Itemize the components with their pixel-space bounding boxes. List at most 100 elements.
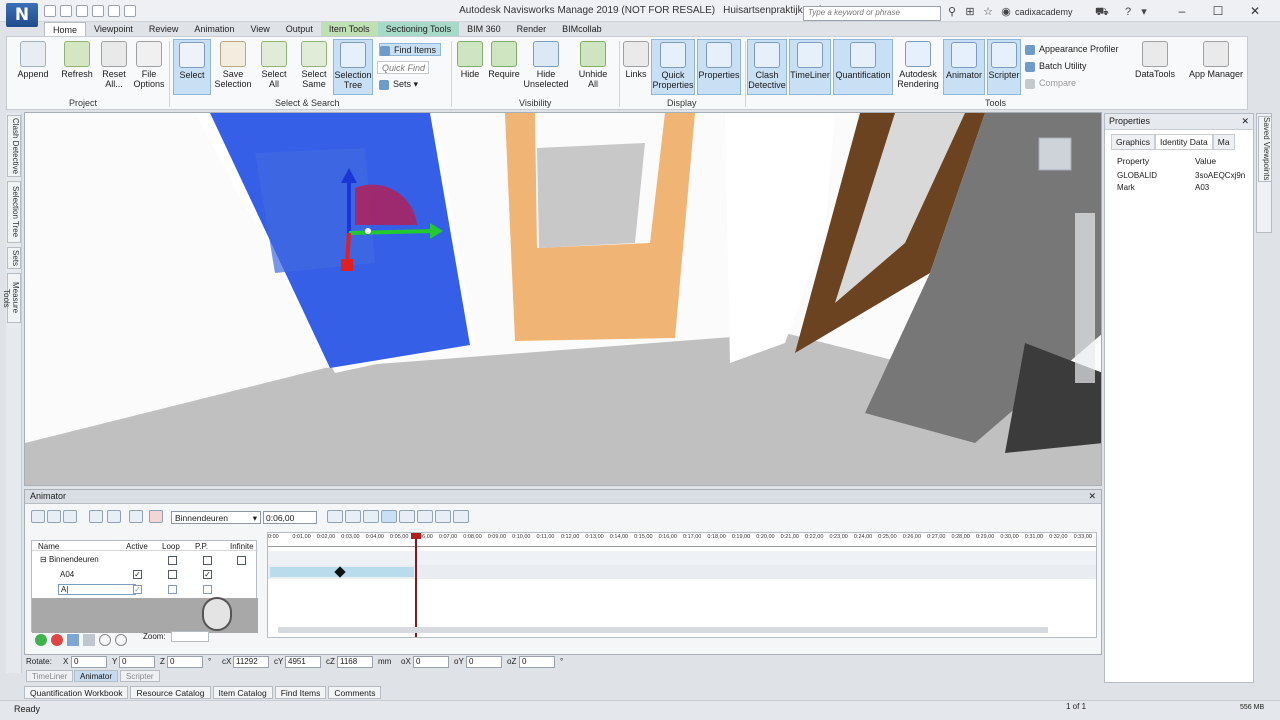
- user-name[interactable]: cadixacademy: [1015, 7, 1073, 17]
- scene-select[interactable]: Binnendeuren ▾: [171, 511, 261, 524]
- properties-button[interactable]: Properties: [697, 39, 741, 95]
- scripter-button[interactable]: Scripter: [987, 39, 1021, 95]
- dock-tab-clash-detective[interactable]: Clash Detective: [7, 115, 21, 177]
- tab-resource-catalog[interactable]: Resource Catalog: [130, 686, 211, 699]
- file-options-button[interactable]: File Options: [133, 39, 165, 89]
- require-button[interactable]: Require: [487, 39, 521, 79]
- loop-checkbox[interactable]: [168, 570, 177, 579]
- pp-checkbox[interactable]: ✓: [203, 570, 212, 579]
- close-icon[interactable]: ✕: [1088, 491, 1096, 502]
- timeline-scrollbar[interactable]: [278, 627, 1048, 633]
- move-down-icon[interactable]: [83, 634, 95, 646]
- star-icon[interactable]: ☆: [982, 6, 994, 18]
- quantification-button[interactable]: Quantification: [833, 39, 893, 95]
- fast-forward-icon[interactable]: [453, 510, 469, 523]
- loop-checkbox[interactable]: [168, 585, 177, 594]
- pp-checkbox[interactable]: [203, 556, 212, 565]
- time-slider-line[interactable]: [415, 533, 417, 637]
- play-icon[interactable]: [417, 510, 433, 523]
- refresh-button[interactable]: Refresh: [57, 39, 97, 79]
- tab-animator[interactable]: Animator: [74, 670, 119, 682]
- tab-sectioning-tools[interactable]: Sectioning Tools: [377, 22, 460, 36]
- select-all-button[interactable]: Select All: [259, 39, 289, 89]
- chevron-down-icon[interactable]: ▾: [1138, 6, 1150, 18]
- translate-animation-icon[interactable]: [47, 510, 61, 523]
- save-selection-button[interactable]: Save Selection: [213, 39, 253, 89]
- rotate-animation-icon[interactable]: [63, 510, 77, 523]
- datatools-button[interactable]: DataTools: [1133, 39, 1177, 79]
- tree-item[interactable]: ⊟ Binnendeuren: [40, 555, 99, 564]
- step-back-icon[interactable]: [345, 510, 361, 523]
- zoom-input[interactable]: [171, 631, 209, 642]
- infinite-checkbox[interactable]: [237, 556, 246, 565]
- stop-record-icon[interactable]: [149, 510, 163, 523]
- app-manager-button[interactable]: App Manager: [1187, 39, 1245, 79]
- tab-bimcollab[interactable]: BIMcollab: [554, 22, 610, 36]
- zoom-out-icon[interactable]: [115, 634, 127, 646]
- pp-checkbox[interactable]: [203, 585, 212, 594]
- user-icon[interactable]: ◉: [1000, 6, 1012, 18]
- timeline[interactable]: 0:00 0:01,00 0:02,00 0:03,00 0:04,00 0:05,00 0…: [267, 532, 1097, 638]
- select-same-button[interactable]: Select Same: [299, 39, 329, 89]
- dock-tab-sets[interactable]: Sets: [7, 247, 21, 269]
- capture-keyframe-icon[interactable]: [89, 510, 103, 523]
- unhide-all-button[interactable]: Unhide All: [577, 39, 609, 89]
- orient-z-input[interactable]: 0: [519, 656, 555, 668]
- select-button[interactable]: Select: [173, 39, 211, 95]
- stop-icon[interactable]: [399, 510, 415, 523]
- animator-button[interactable]: Animator: [943, 39, 985, 95]
- appearance-profiler-button[interactable]: Appearance Profiler: [1025, 43, 1119, 56]
- snap-icon[interactable]: [107, 510, 121, 523]
- quick-properties-button[interactable]: Quick Properties: [651, 39, 695, 95]
- zoom-in-icon[interactable]: [99, 634, 111, 646]
- hide-unselected-button[interactable]: Hide Unselected: [523, 39, 569, 89]
- time-slider-handle[interactable]: [411, 533, 421, 539]
- tab-view[interactable]: View: [242, 22, 277, 36]
- find-items-button[interactable]: Find Items: [379, 43, 441, 56]
- quick-find-input[interactable]: Quick Find: [377, 61, 429, 74]
- tab-output[interactable]: Output: [278, 22, 321, 36]
- loop-checkbox[interactable]: [168, 556, 177, 565]
- tab-timeliner[interactable]: TimeLiner: [26, 670, 74, 682]
- tab-scripter[interactable]: Scripter: [120, 670, 160, 682]
- timeliner-button[interactable]: TimeLiner: [789, 39, 831, 95]
- communication-icon[interactable]: ⊞: [964, 6, 976, 18]
- hide-button[interactable]: Hide: [457, 39, 483, 79]
- help-search-input[interactable]: Type a keyword or phrase: [803, 6, 941, 21]
- play-reverse-icon[interactable]: [363, 510, 379, 523]
- rotate-z-input[interactable]: 0: [167, 656, 203, 668]
- 3d-viewport[interactable]: [24, 112, 1102, 486]
- add-icon[interactable]: [35, 634, 47, 646]
- tab-quantification-workbook[interactable]: Quantification Workbook: [24, 686, 129, 699]
- move-up-icon[interactable]: [67, 634, 79, 646]
- minimize-button[interactable]: –: [1172, 4, 1192, 18]
- active-checkbox[interactable]: ✓: [133, 570, 142, 579]
- tab-find-items[interactable]: Find Items: [274, 686, 327, 699]
- tab-item-catalog[interactable]: Item Catalog: [212, 686, 273, 699]
- sets-dropdown[interactable]: Sets ▾: [379, 78, 425, 91]
- close-button[interactable]: ✕: [1245, 4, 1265, 18]
- center-x-input[interactable]: 11292: [233, 656, 269, 668]
- tab-graphics[interactable]: Graphics: [1111, 134, 1156, 150]
- tab-identity-data[interactable]: Identity Data: [1155, 134, 1213, 150]
- tab-animation[interactable]: Animation: [186, 22, 242, 36]
- rewind-icon[interactable]: [327, 510, 343, 523]
- tab-bim360[interactable]: BIM 360: [459, 22, 509, 36]
- reset-all-button[interactable]: Reset All...: [99, 39, 129, 89]
- compare-button[interactable]: Compare: [1025, 77, 1076, 90]
- append-button[interactable]: Append: [13, 39, 53, 79]
- batch-utility-button[interactable]: Batch Utility: [1025, 60, 1087, 73]
- center-y-input[interactable]: 4951: [285, 656, 321, 668]
- center-z-input[interactable]: 1168: [337, 656, 373, 668]
- links-button[interactable]: Links: [623, 39, 649, 79]
- dock-tab-saved-viewpoints[interactable]: Saved Viewpoints: [1258, 116, 1272, 182]
- camera-icon[interactable]: [129, 510, 143, 523]
- tab-review[interactable]: Review: [141, 22, 187, 36]
- tab-item-tools[interactable]: Item Tools: [320, 22, 378, 36]
- dock-tab-measure-tools[interactable]: Measure Tools: [2, 273, 21, 323]
- help-icon[interactable]: ?: [1122, 6, 1134, 18]
- rotate-y-input[interactable]: 0: [119, 656, 155, 668]
- orient-x-input[interactable]: 0: [413, 656, 449, 668]
- time-input[interactable]: 0:06,00: [263, 511, 317, 524]
- tab-home[interactable]: Home: [44, 22, 87, 36]
